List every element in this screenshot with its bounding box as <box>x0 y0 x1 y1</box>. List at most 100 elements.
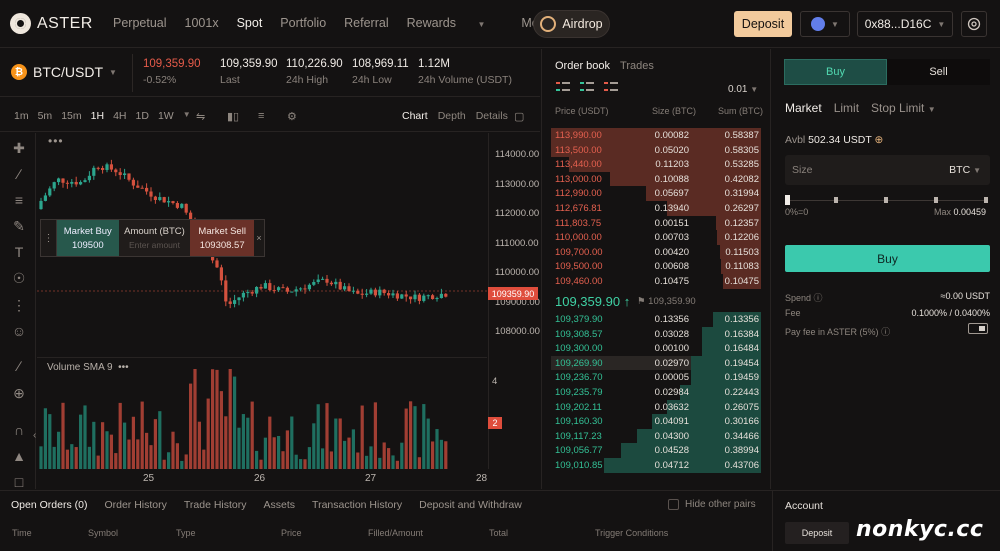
bid-row[interactable]: 109,236.70 0.00005 0.19459 <box>551 370 761 385</box>
drag-handle-icon[interactable]: ⋮ <box>41 220 57 256</box>
chain-selector[interactable]: ▼ <box>800 11 850 37</box>
ask-row[interactable]: 111,803.75 0.00151 0.12357 <box>551 215 761 231</box>
slider-tick[interactable] <box>934 197 938 203</box>
bid-row[interactable]: 109,056.77 0.04528 0.38994 <box>551 443 761 458</box>
hide-other-pairs[interactable]: Hide other pairs <box>668 499 756 510</box>
nav-link-portfolio[interactable]: Portfolio <box>280 16 326 30</box>
ask-row[interactable]: 109,700.00 0.00420 0.11503 <box>551 244 761 260</box>
ask-row[interactable]: 113,000.00 0.10088 0.42082 <box>551 171 761 187</box>
tab-trade-history[interactable]: Trade History <box>184 499 247 511</box>
checkbox[interactable] <box>668 499 679 510</box>
ask-row[interactable]: 113,440.00 0.11203 0.53285 <box>551 157 761 172</box>
bid-row[interactable]: 109,379.90 0.13356 0.13356 <box>551 312 761 327</box>
wallet-button[interactable]: 0x88...D16C ▼ <box>857 11 953 37</box>
slider-tick[interactable] <box>834 197 838 203</box>
emoji-icon[interactable]: ☺ <box>10 322 28 340</box>
settings-button[interactable] <box>961 11 987 37</box>
bid-row[interactable]: 109,010.85 0.04712 0.43706 <box>551 458 761 473</box>
bid-row[interactable]: 109,160.30 0.04091 0.30166 <box>551 414 761 429</box>
airdrop-button[interactable]: Airdrop <box>533 10 610 38</box>
tab-assets[interactable]: Assets <box>264 499 296 511</box>
ask-row[interactable]: 112,990.00 0.05697 0.31994 <box>551 186 761 201</box>
measure-icon[interactable]: ⋮ <box>10 296 28 314</box>
ruler-icon[interactable]: ∕ <box>10 357 28 375</box>
tab-market[interactable]: Market <box>785 101 822 115</box>
ask-row[interactable]: 109,460.00 0.10475 0.10475 <box>551 274 761 289</box>
info-icon[interactable]: ⓘ <box>814 293 823 303</box>
tab-stop-limit[interactable]: Stop Limit ▼ <box>871 101 936 115</box>
collapse-toolbar-icon[interactable]: ‹ <box>33 430 36 441</box>
slider-tick[interactable] <box>984 197 988 203</box>
chart-settings-icon[interactable]: ⚙ <box>287 110 297 123</box>
magnet-icon[interactable]: ∩ <box>10 421 28 439</box>
studies-icon[interactable]: ≡ <box>258 110 264 122</box>
interval-1h[interactable]: 1H <box>91 110 104 122</box>
brand-logo[interactable]: ASTER <box>10 13 93 34</box>
deposit-button[interactable]: Deposit <box>734 11 792 37</box>
close-icon[interactable]: × <box>254 220 264 256</box>
bid-row[interactable]: 109,202.11 0.03632 0.26075 <box>551 399 761 415</box>
interval-15m[interactable]: 15m <box>61 110 81 122</box>
interval-1d[interactable]: 1D <box>136 110 149 122</box>
interval-5m[interactable]: 5m <box>38 110 53 122</box>
market-buy-button[interactable]: Market Buy 109500 <box>56 220 119 256</box>
size-unit-selector[interactable]: BTC ▼ <box>949 164 981 176</box>
bid-row[interactable]: 109,269.90 0.02970 0.19454 <box>551 355 761 371</box>
brush-icon[interactable]: ✎ <box>10 217 28 235</box>
bid-row[interactable]: 109,300.00 0.00100 0.16484 <box>551 341 761 356</box>
fullscreen-icon[interactable]: ▢ <box>514 110 524 123</box>
ask-row[interactable]: 109,500.00 0.00608 0.11083 <box>551 259 761 274</box>
ask-row[interactable]: 112,676.81 0.13940 0.26297 <box>551 201 761 216</box>
tab-chart[interactable]: Chart <box>402 110 428 122</box>
tab-details[interactable]: Details <box>476 110 508 122</box>
pay-fee-toggle[interactable] <box>968 323 988 334</box>
lock-drawings-icon[interactable]: ▲ <box>10 447 28 465</box>
bid-row[interactable]: 109,308.57 0.03028 0.16384 <box>551 326 761 342</box>
nav-link-1001x[interactable]: 1001x <box>185 16 219 30</box>
crosshair-icon[interactable]: ✚ <box>10 139 28 157</box>
amount-input[interactable]: Amount (BTC) Enter amount <box>118 220 191 256</box>
pattern-icon[interactable]: ☉ <box>10 269 28 287</box>
book-bids-icon[interactable] <box>580 82 594 94</box>
trend-line-icon[interactable]: ∕ <box>10 165 28 183</box>
horizontal-lines-icon[interactable]: ≡ <box>10 191 28 209</box>
ask-row[interactable]: 113,990.00 0.00082 0.58387 <box>551 128 761 143</box>
interval-1m[interactable]: 1m <box>14 110 29 122</box>
size-slider[interactable] <box>785 195 988 205</box>
tab-open-orders[interactable]: Open Orders (0) <box>11 499 87 511</box>
zoom-in-icon[interactable]: ⊕ <box>10 384 28 402</box>
book-both-icon[interactable] <box>556 82 570 94</box>
info-icon[interactable]: ⓘ <box>881 327 890 337</box>
interval-1w[interactable]: 1W <box>158 110 174 122</box>
ask-row[interactable]: 110,000.00 0.00703 0.12206 <box>551 230 761 245</box>
nav-link-referral[interactable]: Referral <box>344 16 388 30</box>
precision-selector[interactable]: 0.01 ▼ <box>728 84 758 95</box>
nav-link-spot[interactable]: Spot <box>237 16 263 30</box>
tab-deposit-withdraw[interactable]: Deposit and Withdraw <box>419 499 522 511</box>
candle-type-icon[interactable]: ▮▯ <box>227 110 239 123</box>
slider-handle[interactable] <box>785 195 790 205</box>
text-tool-icon[interactable]: T <box>10 243 28 261</box>
indicator-icon[interactable]: ⇋ <box>196 110 205 123</box>
account-deposit-button[interactable]: Deposit <box>785 522 849 544</box>
market-sell-button[interactable]: Market Sell 109308.57 <box>190 220 255 256</box>
slider-tick[interactable] <box>884 197 888 203</box>
tab-order-book[interactable]: Order book <box>555 60 610 72</box>
tab-order-history[interactable]: Order History <box>104 499 166 511</box>
tab-trades[interactable]: Trades <box>620 60 654 72</box>
chevron-down-icon[interactable]: ▼ <box>183 110 191 122</box>
nav-link-rewards[interactable]: Rewards ▼ <box>407 16 504 30</box>
bid-row[interactable]: 109,117.23 0.04300 0.34466 <box>551 428 761 444</box>
tab-sell[interactable]: Sell <box>887 59 990 85</box>
book-asks-icon[interactable] <box>604 82 618 94</box>
buy-button[interactable]: Buy <box>785 245 990 272</box>
chart-more-icon[interactable]: ••• <box>48 134 64 148</box>
tab-transaction-history[interactable]: Transaction History <box>312 499 402 511</box>
lock-icon[interactable]: □ <box>10 473 28 491</box>
tab-buy[interactable]: Buy <box>784 59 887 85</box>
bid-row[interactable]: 109,235.79 0.02984 0.22443 <box>551 385 761 400</box>
size-input[interactable]: Size BTC ▼ <box>785 155 990 185</box>
ask-row[interactable]: 113,500.00 0.05020 0.58305 <box>551 142 761 158</box>
add-funds-icon[interactable]: ⊕ <box>875 134 884 146</box>
volume-chart[interactable] <box>37 357 487 469</box>
